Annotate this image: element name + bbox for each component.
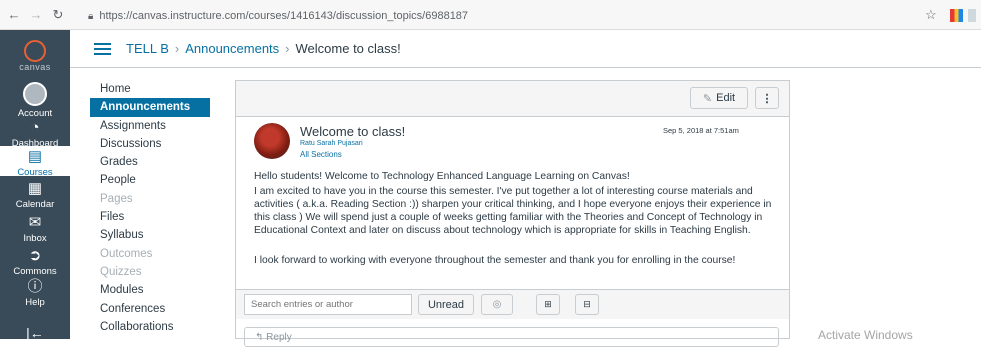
- breadcrumb-current: Welcome to class!: [295, 41, 401, 56]
- reply-label: Reply: [266, 332, 292, 343]
- bookmark-star-icon[interactable]: ☆: [925, 7, 937, 23]
- gn-courses[interactable]: ▤ Courses: [0, 146, 70, 178]
- gn-label: Calendar: [15, 199, 55, 210]
- gn-account[interactable]: Account: [0, 82, 70, 119]
- course-nav-people[interactable]: People: [90, 171, 210, 189]
- gn-label: Commons: [13, 266, 57, 277]
- page-header: TELL B › Announcements › Welcome to clas…: [70, 30, 981, 68]
- gn-label: Inbox: [23, 233, 47, 244]
- lock-icon: 🔒︎: [88, 10, 94, 22]
- chevron-right-icon: ›: [285, 41, 290, 56]
- edit-label: Edit: [716, 92, 736, 104]
- course-nav-syllabus[interactable]: Syllabus: [90, 226, 210, 244]
- panel-toolbar: ✎ Edit ⋮: [236, 81, 789, 117]
- gn-help[interactable]: ⓘ Help: [0, 278, 70, 309]
- windows-activation-watermark: Activate Windows: [818, 328, 913, 342]
- breadcrumb-announcements[interactable]: Announcements: [185, 41, 279, 56]
- search-entries-input[interactable]: [244, 294, 412, 315]
- avatar-icon: [23, 82, 47, 106]
- course-nav-modules[interactable]: Modules: [90, 281, 210, 299]
- canvas-logo[interactable]: canvas: [0, 40, 70, 72]
- announcement-panel: ✎ Edit ⋮ Welcome to class! Ratu Sarah Pu…: [235, 80, 790, 347]
- discussion-toolbar: Unread ◎ ⊞ ⊟: [236, 289, 789, 319]
- course-nav-discussions[interactable]: Discussions: [90, 135, 210, 153]
- course-nav-home[interactable]: Home: [90, 80, 210, 98]
- commons-icon: ➲: [28, 247, 42, 264]
- author-link[interactable]: Ratu Sarah Pujasari: [300, 140, 363, 147]
- help-icon: ⓘ: [27, 278, 43, 295]
- course-nav-conferences[interactable]: Conferences: [90, 300, 210, 318]
- extension-icon[interactable]: [950, 9, 963, 22]
- courses-icon: ▤: [27, 148, 43, 165]
- collapse-all-icon[interactable]: ⊟: [575, 294, 599, 315]
- reply-arrow-icon: ↰: [255, 332, 267, 343]
- gn-calendar[interactable]: ▦ Calendar: [0, 180, 70, 211]
- reload-icon[interactable]: ↻: [48, 7, 68, 23]
- post-date: Sep 5, 2018 at 7:51am: [663, 126, 739, 135]
- logo-text: canvas: [19, 62, 51, 72]
- author-avatar[interactable]: [254, 123, 290, 159]
- forward-icon[interactable]: →: [26, 7, 46, 22]
- course-nav-announcements[interactable]: Announcements: [90, 98, 210, 117]
- expand-all-icon[interactable]: ⊞: [536, 294, 560, 315]
- chevron-right-icon: ›: [174, 41, 180, 56]
- mark-read-icon[interactable]: ◎: [481, 294, 513, 315]
- breadcrumb-course[interactable]: TELL B: [126, 41, 169, 56]
- edit-button[interactable]: ✎ Edit: [690, 87, 748, 109]
- global-nav: canvas Account ◔ Dashboard ▤ Courses ▦ C…: [0, 30, 70, 341]
- back-icon[interactable]: ←: [4, 7, 24, 22]
- sections-link[interactable]: All Sections: [300, 150, 342, 159]
- breadcrumb: TELL B › Announcements › Welcome to clas…: [126, 41, 401, 56]
- url-text[interactable]: https://canvas.instructure.com/courses/1…: [99, 10, 468, 22]
- gn-label: Courses: [17, 167, 53, 178]
- hamburger-menu-icon[interactable]: [94, 43, 111, 55]
- message-paragraph: I am excited to have you in the course t…: [254, 186, 772, 236]
- course-nav-files[interactable]: Files: [90, 208, 210, 226]
- address-bar[interactable]: 🔒︎ https://canvas.instructure.com/course…: [88, 6, 928, 26]
- course-nav-grades[interactable]: Grades: [90, 153, 210, 171]
- reply-button[interactable]: ↰ Reply: [244, 327, 779, 347]
- course-nav-quizzes[interactable]: Quizzes: [90, 263, 210, 281]
- course-nav-collaborations[interactable]: Collaborations: [90, 318, 210, 336]
- message-paragraph: I look forward to working with everyone …: [254, 255, 736, 266]
- announcement-title: Welcome to class!: [300, 124, 406, 139]
- unread-button[interactable]: Unread: [418, 294, 474, 315]
- more-options-button[interactable]: ⋮: [755, 87, 779, 109]
- canvas-logo-icon: [24, 40, 46, 62]
- course-nav: Home Announcements Assignments Discussio…: [90, 80, 210, 336]
- inbox-icon: ✉: [28, 214, 42, 231]
- gn-commons[interactable]: ➲ Commons: [0, 247, 70, 278]
- gn-inbox[interactable]: ✉ Inbox: [0, 214, 70, 245]
- gn-label: Help: [25, 297, 45, 308]
- gn-label: Account: [17, 108, 53, 119]
- message-paragraph: Hello students! Welcome to Technology En…: [254, 171, 630, 182]
- browser-toolbar: ← → ↻ 🔒︎ https://canvas.instructure.com/…: [0, 0, 981, 30]
- gn-dashboard[interactable]: ◔ Dashboard: [0, 119, 70, 150]
- extension-icon[interactable]: [968, 9, 976, 22]
- course-nav-outcomes[interactable]: Outcomes: [90, 245, 210, 263]
- dashboard-icon: ◔: [30, 119, 40, 136]
- pencil-icon: ✎: [702, 92, 713, 105]
- course-nav-pages[interactable]: Pages: [90, 190, 210, 208]
- calendar-icon: ▦: [27, 180, 43, 197]
- course-nav-assignments[interactable]: Assignments: [90, 117, 210, 135]
